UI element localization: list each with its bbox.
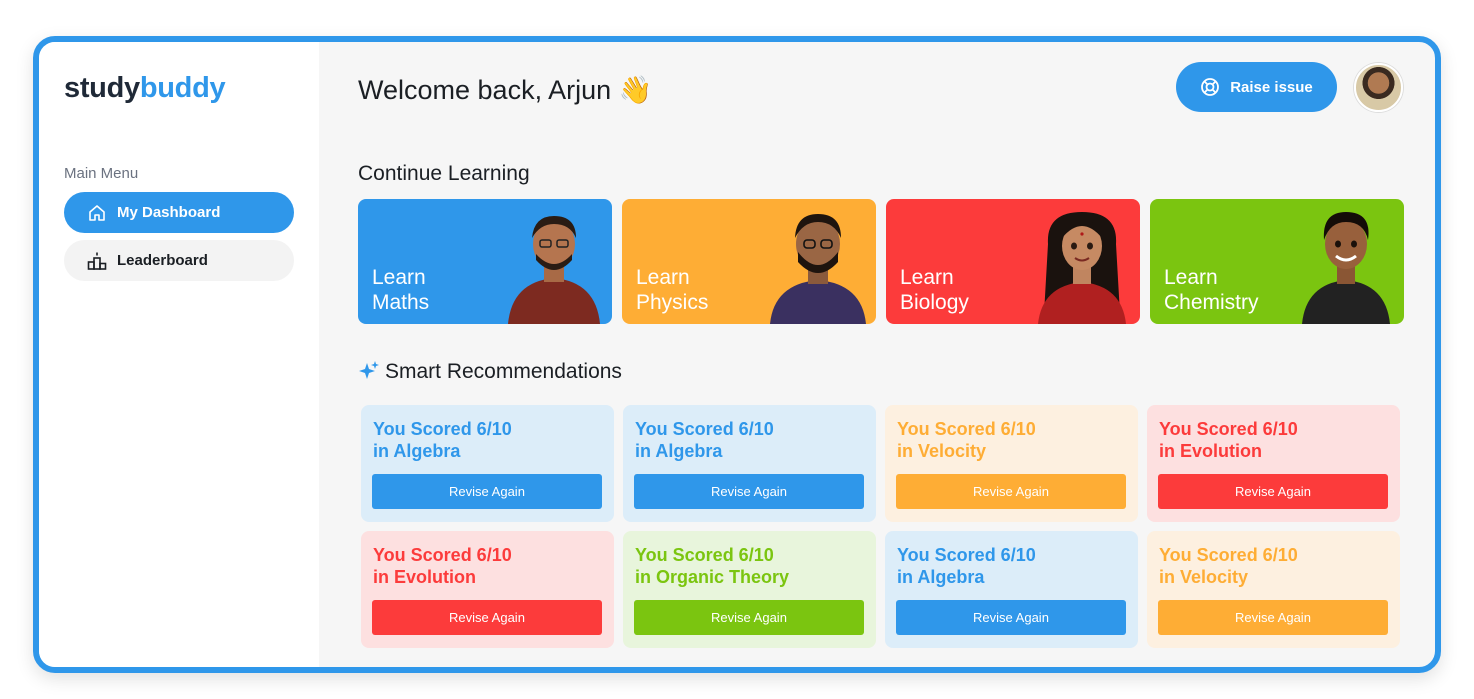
learn-card-line1: Learn [900, 266, 954, 289]
recommendation-score-line: You Scored 6/10 [897, 419, 1036, 439]
learn-chemistry-card[interactable]: Learn Chemistry [1150, 199, 1404, 324]
revise-again-button[interactable]: Revise Again [1158, 600, 1388, 635]
recommendation-score-text: You Scored 6/10 in Velocity [897, 418, 1127, 462]
recommendation-card: You Scored 6/10 in Evolution Revise Again [1147, 405, 1400, 522]
recommendation-score-text: You Scored 6/10 in Velocity [1159, 544, 1389, 588]
main-menu-heading: Main Menu [64, 165, 139, 182]
sidebar-item-leaderboard[interactable]: Leaderboard [64, 240, 294, 281]
recommendation-topic-line: in Velocity [1159, 567, 1249, 587]
lifebuoy-icon [1200, 77, 1220, 97]
learn-card-label: Learn Biology [900, 265, 1030, 315]
revise-again-button[interactable]: Revise Again [634, 600, 864, 635]
sidebar-item-dashboard[interactable]: My Dashboard [64, 192, 294, 233]
app-window: studybuddy Main Menu My Dashboard Leader… [33, 36, 1441, 673]
revise-again-button[interactable]: Revise Again [372, 600, 602, 635]
recommendation-card: You Scored 6/10 in Algebra Revise Again [885, 531, 1138, 648]
learn-biology-card[interactable]: Learn Biology [886, 199, 1140, 324]
tutor-illustration [1302, 212, 1390, 324]
recommendation-score-text: You Scored 6/10 in Evolution [1159, 418, 1389, 462]
learn-card-line2: Chemistry [1164, 291, 1259, 314]
user-avatar[interactable] [1354, 63, 1403, 112]
recommendation-topic-line: in Organic Theory [635, 567, 790, 587]
revise-again-button[interactable]: Revise Again [634, 474, 864, 509]
recommendation-score-text: You Scored 6/10 in Algebra [635, 418, 865, 462]
recommendation-card: You Scored 6/10 in Organic Theory Revise A… [623, 531, 876, 648]
recommendation-card: You Scored 6/10 in Velocity Revise Again [1147, 531, 1400, 648]
recommendation-topic-line: in Evolution [373, 567, 476, 587]
tutor-illustration [770, 214, 866, 324]
raise-issue-label: Raise issue [1230, 78, 1313, 96]
revise-again-button[interactable]: Revise Again [372, 474, 602, 509]
revise-again-button[interactable]: Revise Again [896, 600, 1126, 635]
revise-again-button[interactable]: Revise Again [896, 474, 1126, 509]
recommendation-card: You Scored 6/10 in Evolution Revise Again [361, 531, 614, 648]
learn-maths-card[interactable]: Learn Maths [358, 199, 612, 324]
learn-card-label: Learn Chemistry [1164, 265, 1294, 315]
podium-icon [87, 251, 107, 271]
brand-logo[interactable]: studybuddy [64, 72, 226, 105]
smart-recommendations-heading: Smart Recommendations [385, 360, 622, 383]
tutor-illustration [1038, 212, 1126, 324]
recommendation-card: You Scored 6/10 in Velocity Revise Again [885, 405, 1138, 522]
recommendation-topic-line: in Velocity [897, 441, 987, 461]
learn-card-label: Learn Physics [636, 265, 766, 315]
learn-card-label: Learn Maths [372, 265, 502, 315]
recommendation-score-text: You Scored 6/10 in Evolution [373, 544, 603, 588]
welcome-heading: Welcome back, Arjun 👋 [358, 75, 653, 105]
recommendation-score-line: You Scored 6/10 [1159, 419, 1298, 439]
learn-card-line2: Physics [636, 291, 709, 314]
home-icon [87, 203, 107, 223]
sidebar: studybuddy Main Menu My Dashboard Leader… [39, 42, 319, 667]
brand-logo-part2: buddy [139, 72, 226, 104]
raise-issue-button[interactable]: Raise issue [1176, 62, 1337, 112]
learn-card-line1: Learn [636, 266, 690, 289]
recommendation-topic-line: in Evolution [1159, 441, 1262, 461]
recommendation-score-line: You Scored 6/10 [373, 545, 512, 565]
recommendation-score-line: You Scored 6/10 [373, 419, 512, 439]
recommendation-topic-line: in Algebra [373, 441, 461, 461]
learn-physics-card[interactable]: Learn Physics [622, 199, 876, 324]
tutor-illustration [508, 216, 600, 324]
recommendation-card: You Scored 6/10 in Algebra Revise Again [623, 405, 876, 522]
learn-card-line1: Learn [1164, 266, 1218, 289]
sparkle-icon [359, 361, 379, 379]
learn-card-line2: Biology [900, 291, 969, 314]
revise-again-button[interactable]: Revise Again [1158, 474, 1388, 509]
recommendation-score-text: You Scored 6/10 in Algebra [897, 544, 1127, 588]
recommendation-score-text: You Scored 6/10 in Organic Theory [635, 544, 865, 588]
sidebar-item-label: Leaderboard [117, 252, 208, 269]
sidebar-item-label: My Dashboard [117, 204, 221, 221]
recommendation-score-line: You Scored 6/10 [635, 545, 774, 565]
recommendation-score-line: You Scored 6/10 [1159, 545, 1298, 565]
recommendation-topic-line: in Algebra [897, 567, 985, 587]
recommendation-card: You Scored 6/10 in Algebra Revise Again [361, 405, 614, 522]
recommendation-score-line: You Scored 6/10 [897, 545, 1036, 565]
recommendation-score-line: You Scored 6/10 [635, 419, 774, 439]
learn-card-line2: Maths [372, 291, 430, 314]
continue-learning-heading: Continue Learning [358, 162, 530, 185]
recommendation-topic-line: in Algebra [635, 441, 723, 461]
recommendation-score-text: You Scored 6/10 in Algebra [373, 418, 603, 462]
brand-logo-part1: study [64, 72, 140, 104]
learn-card-line1: Learn [372, 266, 426, 289]
